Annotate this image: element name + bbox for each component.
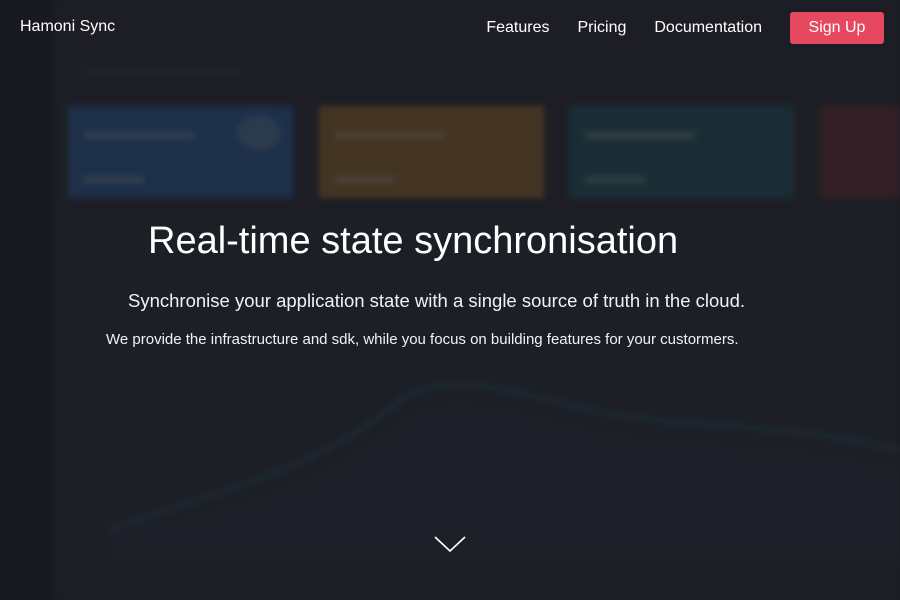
hero-title: Real-time state synchronisation: [148, 220, 679, 262]
top-navbar: Hamoni Sync Features Pricing Documentati…: [0, 0, 900, 56]
hero-description: We provide the infrastructure and sdk, w…: [106, 331, 739, 348]
sign-up-button[interactable]: Sign Up: [790, 12, 884, 44]
brand-logo[interactable]: Hamoni Sync: [20, 18, 115, 36]
nav-features-link[interactable]: Features: [486, 19, 549, 37]
hero-subtitle: Synchronise your application state with …: [128, 290, 746, 311]
nav-documentation-link[interactable]: Documentation: [654, 19, 762, 37]
landing-page: Hamoni Sync Features Pricing Documentati…: [0, 0, 900, 600]
nav-pricing-link[interactable]: Pricing: [577, 19, 626, 37]
chevron-down-icon[interactable]: [433, 534, 467, 554]
nav-links: Features Pricing Documentation Sign Up: [486, 12, 884, 44]
